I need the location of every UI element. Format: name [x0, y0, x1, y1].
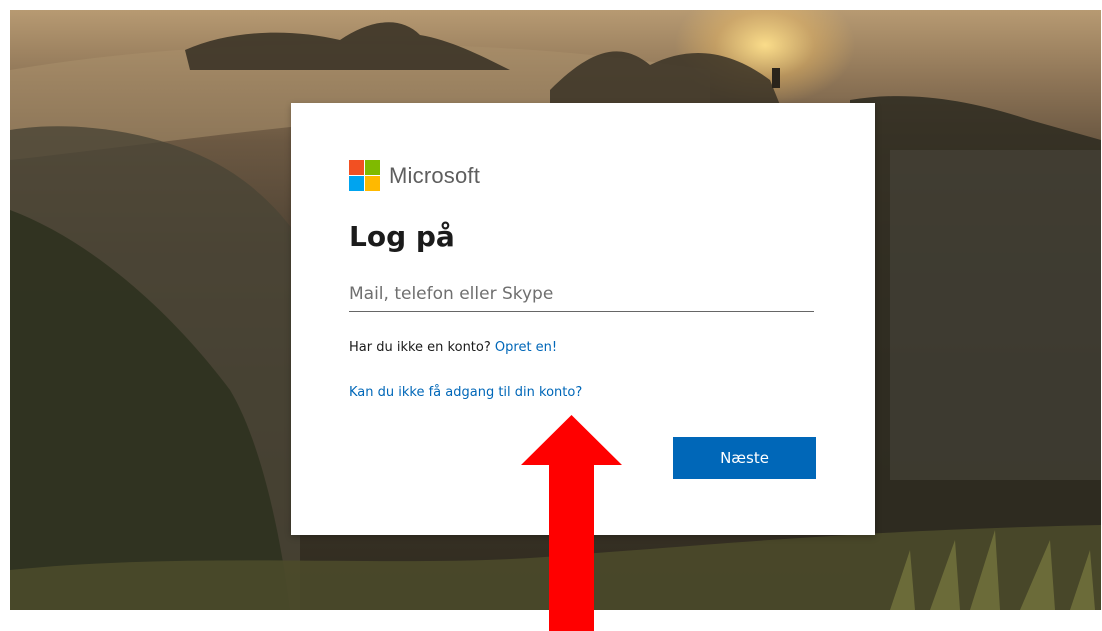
no-account-row: Har du ikke en konto? Opret en! — [349, 340, 557, 355]
no-account-text: Har du ikke en konto? — [349, 340, 491, 355]
up-arrow-icon — [521, 415, 622, 631]
email-field[interactable] — [349, 277, 814, 312]
microsoft-logo: Microsoft — [349, 160, 480, 191]
next-button[interactable]: Næste — [673, 437, 816, 479]
brand-name: Microsoft — [389, 162, 481, 188]
microsoft-logo-icon — [349, 160, 380, 191]
create-account-link[interactable]: Opret en! — [495, 340, 557, 355]
cant-access-row: Kan du ikke få adgang til din konto? — [349, 385, 582, 400]
cant-access-account-link[interactable]: Kan du ikke få adgang til din konto? — [349, 385, 582, 400]
page-title: Log på — [349, 220, 455, 253]
